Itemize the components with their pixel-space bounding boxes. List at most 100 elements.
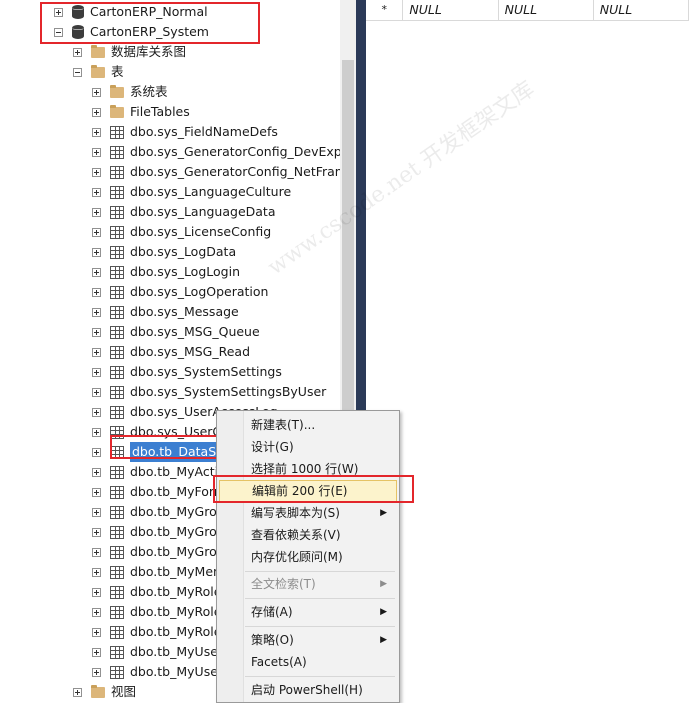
folder-icon	[91, 64, 105, 78]
expand-icon[interactable]	[73, 687, 82, 697]
menu-item-design[interactable]: 设计(G)	[219, 436, 397, 458]
tree-node-diagrams[interactable]: 数据库关系图	[73, 42, 186, 62]
expand-icon[interactable]	[73, 47, 82, 57]
tree-node-table[interactable]: dbo.sys_GeneratorConfig_DevExpres	[92, 142, 340, 162]
expand-icon[interactable]	[92, 287, 101, 297]
expand-icon[interactable]	[92, 227, 101, 237]
tree-node-table-selected[interactable]: dbo.tb_DataSet	[92, 442, 231, 462]
expand-icon[interactable]	[92, 367, 101, 377]
menu-item-policies[interactable]: 策略(O) ▶	[219, 629, 397, 651]
scrollbar-thumb[interactable]	[342, 60, 354, 420]
tree-node-label: dbo.sys_Message	[130, 304, 239, 319]
menu-item-select-top[interactable]: 选择前 1000 行(W)	[219, 458, 397, 480]
expand-icon[interactable]	[92, 607, 101, 617]
expand-icon[interactable]	[92, 427, 101, 437]
expand-icon[interactable]	[92, 247, 101, 257]
tree-node-table[interactable]: dbo.tb_MyGrou	[92, 542, 225, 562]
tree-node-table[interactable]: dbo.tb_MyGrou	[92, 522, 225, 542]
expand-icon[interactable]	[92, 167, 101, 177]
expand-icon[interactable]	[92, 487, 101, 497]
expand-icon[interactable]	[92, 587, 101, 597]
expand-icon[interactable]	[92, 267, 101, 277]
menu-item-label: Facets(A)	[251, 655, 307, 669]
row-header-new[interactable]: *	[366, 0, 404, 20]
tree-node-table[interactable]: dbo.tb_MyGrou	[92, 502, 225, 522]
menu-item-view-dependencies[interactable]: 查看依赖关系(V)	[219, 524, 397, 546]
expand-icon[interactable]	[92, 547, 101, 557]
tree-node-label: dbo.sys_GeneratorConfig_NetFramew	[130, 164, 340, 179]
tree-node-table[interactable]: dbo.sys_LogOperation	[92, 282, 268, 302]
expand-icon[interactable]	[92, 527, 101, 537]
tree-node-label: dbo.tb_MyActio	[130, 464, 226, 479]
table-icon	[110, 365, 124, 379]
menu-item-label: 策略(O)	[251, 633, 294, 647]
expand-icon[interactable]	[92, 447, 101, 457]
expand-icon[interactable]	[92, 627, 101, 637]
menu-separator	[245, 571, 395, 572]
expand-icon[interactable]	[92, 207, 101, 217]
menu-item-script-as[interactable]: 编写表脚本为(S) ▶	[219, 502, 397, 524]
tree-node-table[interactable]: dbo.sys_LanguageData	[92, 202, 275, 222]
expand-icon[interactable]	[92, 387, 101, 397]
tree-node-db-normal[interactable]: CartonERP_Normal	[54, 2, 208, 22]
tree-node-table[interactable]: dbo.sys_LogData	[92, 242, 236, 262]
expand-icon[interactable]	[92, 647, 101, 657]
menu-item-storage[interactable]: 存储(A) ▶	[219, 601, 397, 623]
tree-node-table[interactable]: dbo.tb_MyRole	[92, 622, 221, 642]
expand-icon[interactable]	[92, 187, 101, 197]
collapse-icon[interactable]	[54, 27, 63, 37]
tree-node-label: dbo.sys_LogOperation	[130, 284, 269, 299]
expand-icon[interactable]	[92, 107, 101, 117]
folder-icon	[91, 44, 105, 58]
grid-cell[interactable]: NULL	[499, 0, 594, 20]
tree-node-table[interactable]: dbo.tb_MyRole	[92, 602, 221, 622]
expand-icon[interactable]	[92, 327, 101, 337]
tree-node-table[interactable]: dbo.sys_GeneratorConfig_NetFramew	[92, 162, 340, 182]
table-icon	[110, 565, 124, 579]
tree-node-label: dbo.tb_MyGrou	[130, 504, 225, 519]
expand-icon[interactable]	[92, 307, 101, 317]
tree-node-table[interactable]: dbo.sys_SystemSettings	[92, 362, 282, 382]
tree-node-table[interactable]: dbo.tb_MyUser	[92, 642, 223, 662]
tree-node-table[interactable]: dbo.sys_LanguageCulture	[92, 182, 291, 202]
menu-item-edit-top[interactable]: 编辑前 200 行(E)	[219, 480, 397, 502]
expand-icon[interactable]	[92, 467, 101, 477]
expand-icon[interactable]	[92, 407, 101, 417]
menu-item-facets[interactable]: Facets(A)	[219, 651, 397, 673]
grid-cell[interactable]: NULL	[594, 0, 689, 20]
tree-node-views[interactable]: 视图	[73, 682, 136, 702]
tree-node-table[interactable]: dbo.sys_FieldNameDefs	[92, 122, 278, 142]
expand-icon[interactable]	[92, 347, 101, 357]
menu-item-powershell[interactable]: 启动 PowerShell(H)	[219, 679, 397, 701]
tree-node-table[interactable]: dbo.sys_MSG_Queue	[92, 322, 260, 342]
collapse-icon[interactable]	[73, 67, 82, 77]
tree-node-table[interactable]: dbo.tb_MyActio	[92, 462, 226, 482]
menu-item-new-table[interactable]: 新建表(T)...	[219, 414, 397, 436]
tree-node-system-tables[interactable]: 系统表	[92, 82, 168, 102]
tree-node-tables[interactable]: 表	[73, 62, 124, 82]
expand-icon[interactable]	[92, 567, 101, 577]
menu-item-memory-advisor[interactable]: 内存优化顾问(M)	[219, 546, 397, 568]
tree-node-table[interactable]: dbo.tb_MyForm	[92, 482, 226, 502]
expand-icon[interactable]	[92, 127, 101, 137]
tree-node-table[interactable]: dbo.tb_MyRole	[92, 582, 221, 602]
new-row[interactable]: * NULL NULL NULL	[366, 0, 689, 21]
expand-icon[interactable]	[54, 7, 63, 17]
tree-node-table[interactable]: dbo.sys_LicenseConfig	[92, 222, 271, 242]
tree-node-table[interactable]: dbo.sys_UserC	[92, 422, 221, 442]
grid-cell[interactable]: NULL	[403, 0, 499, 20]
tree-node-table[interactable]: dbo.sys_SystemSettingsByUser	[92, 382, 326, 402]
expand-icon[interactable]	[92, 507, 101, 517]
expand-icon[interactable]	[92, 87, 101, 97]
expand-icon[interactable]	[92, 667, 101, 677]
tree-node-table[interactable]: dbo.tb_MyUser	[92, 662, 223, 682]
tree-node-label: dbo.sys_MSG_Queue	[130, 324, 260, 339]
table-icon	[110, 245, 124, 259]
expand-icon[interactable]	[92, 147, 101, 157]
tree-node-filetables[interactable]: FileTables	[92, 102, 190, 122]
tree-node-table[interactable]: dbo.sys_MSG_Read	[92, 342, 250, 362]
tree-node-table[interactable]: dbo.sys_Message	[92, 302, 239, 322]
tree-node-table[interactable]: dbo.tb_MyMen	[92, 562, 221, 582]
tree-node-table[interactable]: dbo.sys_LogLogin	[92, 262, 240, 282]
tree-node-db-system[interactable]: CartonERP_System	[54, 22, 209, 42]
